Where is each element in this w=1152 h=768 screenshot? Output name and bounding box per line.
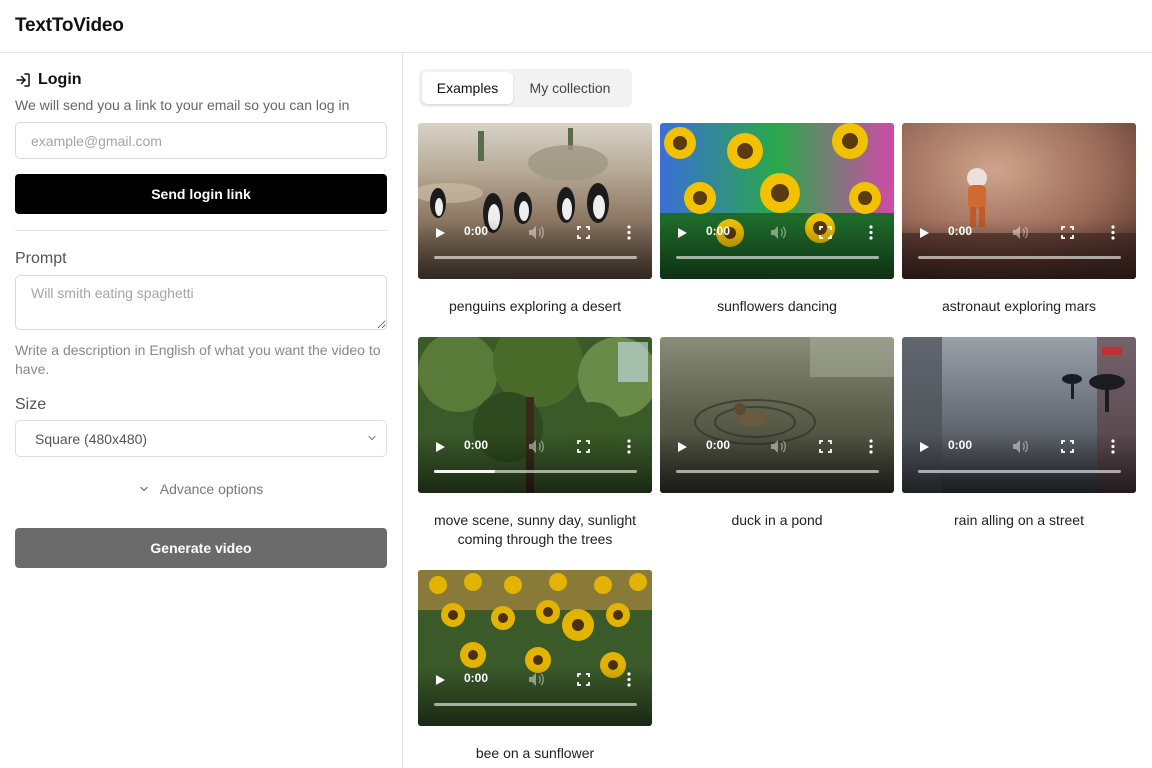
video-caption: move scene, sunny day, sunlight coming t…: [433, 512, 637, 547]
video-card: 0:00 sunflowers dancing: [660, 123, 894, 316]
video-time: 0:00: [706, 438, 731, 452]
fullscreen-icon[interactable]: [577, 226, 590, 239]
divider: [15, 230, 387, 231]
volume-icon[interactable]: [1012, 225, 1028, 240]
top-bar: TextToVideo: [0, 0, 1152, 53]
video-time: 0:00: [948, 224, 973, 238]
app-title: TextToVideo: [15, 15, 124, 36]
volume-icon[interactable]: [770, 439, 786, 454]
size-label: Size: [15, 396, 47, 413]
more-options-icon[interactable]: [869, 225, 873, 240]
play-icon[interactable]: [676, 441, 688, 453]
progress-bar[interactable]: [918, 470, 1121, 473]
volume-icon[interactable]: [528, 672, 544, 687]
video-time: 0:00: [464, 671, 489, 685]
volume-icon[interactable]: [770, 225, 786, 240]
video-player[interactable]: 0:00: [660, 123, 894, 279]
fullscreen-icon[interactable]: [577, 440, 590, 453]
video-card: 0:00 rain alling on a street: [902, 337, 1136, 530]
tab-bar: Examples My collection: [419, 69, 632, 107]
video-caption: duck in a pond: [731, 512, 823, 528]
more-options-icon[interactable]: [627, 225, 631, 240]
size-selected-value: Square (480x480): [35, 430, 148, 447]
login-subtitle: We will send you a link to your email so…: [15, 97, 350, 113]
progress-bar[interactable]: [918, 256, 1121, 259]
video-card: 0:00 duck in a pond: [660, 337, 894, 530]
prompt-label: Prompt: [15, 250, 67, 267]
video-caption: bee on a sunflower: [475, 745, 595, 761]
main-content: Examples My collection 0:00 penguins exp…: [403, 53, 1152, 768]
progress-bar[interactable]: [434, 256, 637, 259]
video-player[interactable]: 0:00: [418, 123, 652, 279]
video-caption: sunflowers dancing: [717, 298, 837, 314]
video-time: 0:00: [464, 224, 489, 238]
video-caption: penguins exploring a desert: [448, 298, 621, 314]
video-player[interactable]: 0:00: [418, 570, 652, 726]
more-options-icon[interactable]: [869, 439, 873, 454]
video-caption: astronaut exploring mars: [941, 298, 1097, 314]
video-caption: rain alling on a street: [954, 512, 1084, 528]
progress-bar[interactable]: [434, 703, 637, 706]
progress-bar[interactable]: [676, 256, 879, 259]
advance-options-label: Advance options: [159, 481, 264, 497]
play-icon[interactable]: [434, 441, 446, 453]
progress-bar[interactable]: [434, 470, 637, 473]
volume-icon[interactable]: [528, 225, 544, 240]
play-icon[interactable]: [918, 441, 930, 453]
generate-video-button[interactable]: Generate video: [15, 528, 387, 568]
advance-options-toggle[interactable]: Advance options: [15, 481, 387, 497]
video-player[interactable]: 0:00: [418, 337, 652, 493]
video-card: 0:00 bee on a sunflower: [418, 570, 652, 763]
send-login-link-button[interactable]: Send login link: [15, 174, 387, 214]
video-time: 0:00: [706, 224, 731, 238]
play-icon[interactable]: [434, 227, 446, 239]
sidebar: Login We will send you a link to your em…: [0, 53, 403, 768]
more-options-icon[interactable]: [627, 672, 631, 687]
prompt-input[interactable]: [15, 275, 387, 330]
volume-icon[interactable]: [528, 439, 544, 454]
chevron-down-icon: [140, 486, 148, 492]
video-player[interactable]: 0:00: [902, 123, 1136, 279]
more-options-icon[interactable]: [627, 439, 631, 454]
fullscreen-icon[interactable]: [577, 673, 590, 686]
video-card: 0:00 penguins exploring a desert: [418, 123, 652, 316]
video-card: 0:00 astronaut exploring mars: [902, 123, 1136, 316]
volume-icon[interactable]: [1012, 439, 1028, 454]
fullscreen-icon[interactable]: [819, 226, 832, 239]
fullscreen-icon[interactable]: [1061, 226, 1074, 239]
more-options-icon[interactable]: [1111, 439, 1115, 454]
play-icon[interactable]: [676, 227, 688, 239]
play-icon[interactable]: [918, 227, 930, 239]
chevron-down-icon: [368, 435, 376, 441]
tab-examples[interactable]: Examples: [422, 72, 513, 104]
login-title: Login: [38, 71, 82, 88]
progress-bar[interactable]: [676, 470, 879, 473]
play-icon[interactable]: [434, 674, 446, 686]
login-header: Login: [15, 71, 386, 89]
fullscreen-icon[interactable]: [1061, 440, 1074, 453]
prompt-hint: Write a description in English of what y…: [15, 342, 381, 377]
fullscreen-icon[interactable]: [819, 440, 832, 453]
more-options-icon[interactable]: [1111, 225, 1115, 240]
tab-my-collection[interactable]: My collection: [513, 72, 627, 104]
login-icon: [16, 73, 30, 87]
video-player[interactable]: 0:00: [660, 337, 894, 493]
video-player[interactable]: 0:00: [902, 337, 1136, 493]
video-time: 0:00: [464, 438, 489, 452]
video-time: 0:00: [948, 438, 973, 452]
size-select[interactable]: Square (480x480): [15, 420, 387, 457]
video-card: 0:00 move scene, sunny day, sunlight com…: [418, 337, 652, 549]
email-input[interactable]: [15, 122, 387, 159]
